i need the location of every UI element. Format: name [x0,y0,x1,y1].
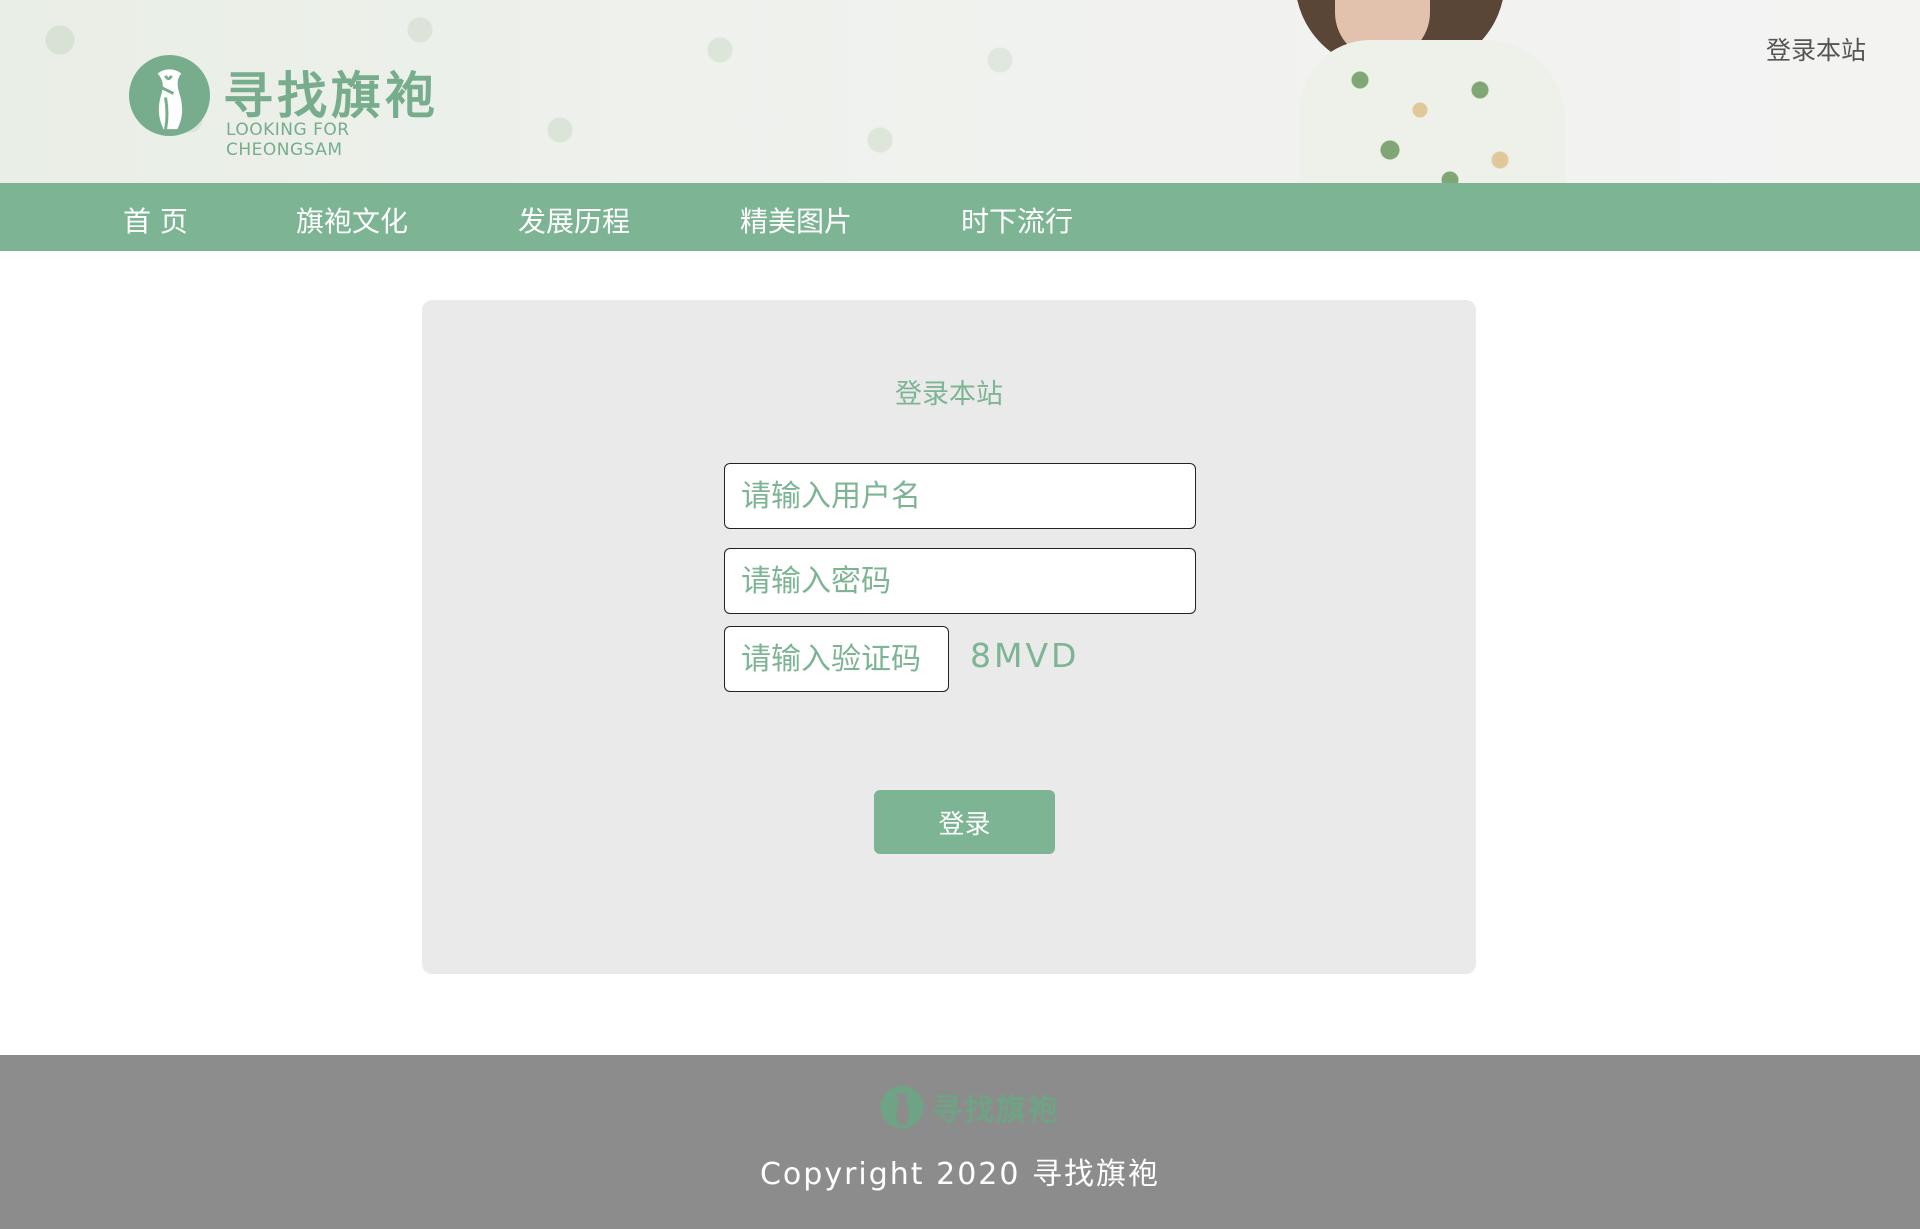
top-login-link[interactable]: 登录本站 [1766,31,1866,67]
nav-item-history[interactable]: 发展历程 [518,200,630,240]
nav-item-trending[interactable]: 时下流行 [961,200,1073,240]
site-logo[interactable]: 寻找旗袍 LOOKING FOR CHEONGSAM [128,54,458,160]
copyright-text: Copyright 2020 寻找旗袍 [759,1157,1160,1192]
footer-logo: 寻找旗袍 [880,1083,1065,1133]
footer-logo-title: 寻找旗袍 [932,1093,1060,1128]
nav-item-gallery[interactable]: 精美图片 [740,200,852,240]
captcha-code[interactable]: 8MVD [970,636,1079,675]
login-panel: 登录本站 8MVD 登录 [422,300,1476,974]
footer: 寻找旗袍 Copyright 2020 寻找旗袍 [0,1055,1920,1229]
nav-item-culture[interactable]: 旗袍文化 [296,200,408,240]
password-input[interactable] [724,548,1196,614]
username-input[interactable] [724,463,1196,529]
login-button[interactable]: 登录 [874,790,1055,854]
captcha-input[interactable] [724,626,949,692]
logo-title: 寻找旗袍 [223,67,439,125]
header-banner: 寻找旗袍 LOOKING FOR CHEONGSAM 登录本站 [0,0,1920,183]
main-nav: 首 页 旗袍文化 发展历程 精美图片 时下流行 [0,183,1920,251]
nav-item-home[interactable]: 首 页 [123,200,188,240]
cheongsam-logo-icon [128,54,211,137]
cheongsam-logo-icon [880,1085,924,1129]
banner-model-image [1240,0,1570,183]
logo-subtitle: LOOKING FOR CHEONGSAM [226,120,350,160]
login-title: 登录本站 [895,379,1003,410]
